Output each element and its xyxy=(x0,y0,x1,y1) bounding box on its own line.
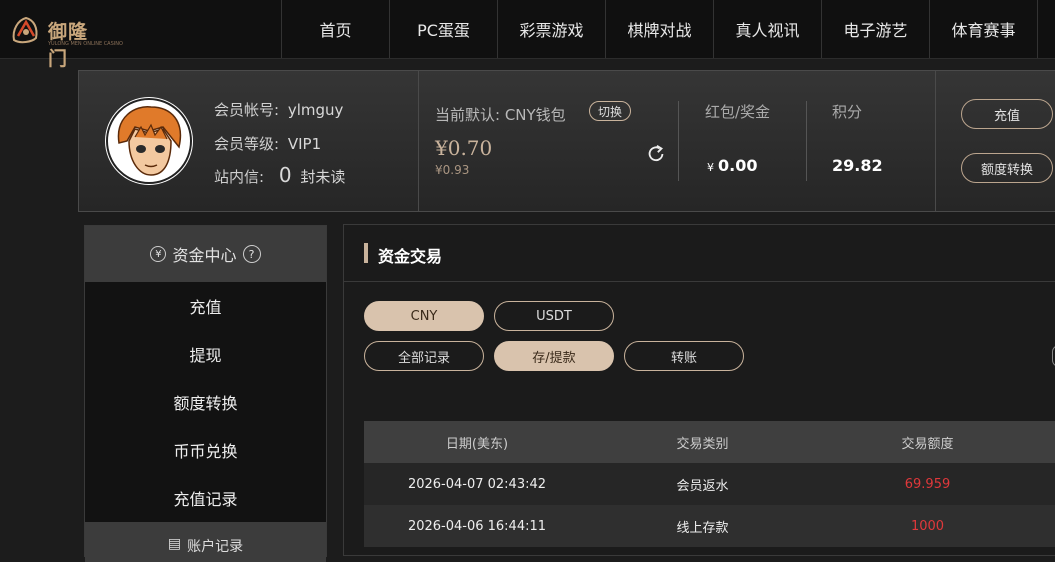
level-label: 会员等级: xyxy=(214,135,280,153)
row-amount: 69.959 xyxy=(904,476,951,492)
sidebar-item-transfer[interactable]: 额度转换 xyxy=(85,378,326,426)
bonus-amount: 0.00 xyxy=(718,156,758,175)
messages-row[interactable]: 站内信: 0 封未读 xyxy=(214,163,345,187)
dragon-logo-icon xyxy=(12,16,38,44)
level-value: VIP1 xyxy=(287,135,322,153)
points-value: 29.82 xyxy=(832,156,883,175)
row-type: 线上存款 xyxy=(676,520,729,536)
nav-lottery[interactable]: 彩票游戏 xyxy=(497,0,605,58)
funds-transaction-panel: 资金交易 CNY USDT 全部记录 存/提款 转账 日期(美东) 交易类别 交… xyxy=(343,224,1055,556)
sidebar-header: ¥ 资金中心 ? xyxy=(85,226,326,282)
nav-pc-dandan[interactable]: PC蛋蛋 xyxy=(389,0,497,58)
nav-chess-cards[interactable]: 棋牌对战 xyxy=(605,0,713,58)
table-row: 2026-04-06 16:44:11 线上存款 1000 xyxy=(364,505,1055,547)
switch-wallet-button[interactable]: 切换 xyxy=(589,101,631,121)
row-date: 2026-04-07 02:43:42 xyxy=(407,476,547,492)
site-logo[interactable]: 御隆门 YULONG MEN ONLINE CASINO xyxy=(6,8,123,70)
filter-all-records[interactable]: 全部记录 xyxy=(364,341,484,371)
nav-sports[interactable]: 体育赛事 xyxy=(929,0,1038,58)
sidebar-item-coin-exchange[interactable]: 币币兑换 xyxy=(85,426,326,474)
filter-transfer[interactable]: 转账 xyxy=(624,341,744,371)
tab-cny[interactable]: CNY xyxy=(364,301,484,331)
col-type: 交易类别 xyxy=(676,436,729,452)
bonus-currency: ¥ xyxy=(707,161,714,174)
logo-tagline: YULONG MEN ONLINE CASINO xyxy=(48,41,123,47)
row-amount: 1000 xyxy=(910,518,945,534)
divider xyxy=(418,71,419,211)
sidebar-section-account-records[interactable]: ▤ 账户记录 xyxy=(85,522,326,562)
divider xyxy=(935,71,936,211)
col-amount: 交易额度 xyxy=(901,436,954,452)
nav-home[interactable]: 首页 xyxy=(281,0,389,58)
member-info-panel: 会员帐号: ylmguy 会员等级: VIP1 站内信: 0 封未读 当前默认:… xyxy=(78,70,1055,212)
points-label: 积分 xyxy=(832,103,863,121)
main-nav: 首页 PC蛋蛋 彩票游戏 棋牌对战 真人视讯 电子游艺 体育赛事 xyxy=(281,0,1038,58)
yen-coin-icon: ¥ xyxy=(150,246,167,262)
col-date: 日期(美东) xyxy=(445,436,509,452)
default-wallet-label: 当前默认: CNY钱包 xyxy=(435,106,566,124)
avatar xyxy=(105,97,193,185)
help-icon[interactable]: ? xyxy=(242,245,261,263)
transactions-table: 日期(美东) 交易类别 交易额度 2026-04-07 02:43:42 会员返… xyxy=(364,421,1055,547)
bonus-value: ¥0.00 xyxy=(707,156,757,175)
account-row: 会员帐号: ylmguy xyxy=(214,99,343,120)
sidebar-item-deposit-records[interactable]: 充值记录 xyxy=(85,474,326,522)
cartoon-avatar-icon xyxy=(106,98,192,184)
refresh-icon[interactable] xyxy=(645,143,667,165)
row-type: 会员返水 xyxy=(676,478,729,494)
table-header: 日期(美东) 交易类别 交易额度 xyxy=(364,421,1055,463)
table-row: 2026-04-07 02:43:42 会员返水 69.959 xyxy=(364,463,1055,505)
sidebar: ¥ 资金中心 ? 充值 提现 额度转换 币币兑换 充值记录 ▤ 账户记录 xyxy=(84,225,327,562)
account-label: 会员帐号: xyxy=(214,101,280,119)
sidebar-item-withdraw[interactable]: 提现 xyxy=(85,330,326,378)
divider xyxy=(678,101,679,181)
panel-header: 资金交易 xyxy=(344,225,1055,282)
nav-live-video[interactable]: 真人视讯 xyxy=(713,0,821,58)
messages-label: 站内信: xyxy=(214,168,265,186)
nav-slots[interactable]: 电子游艺 xyxy=(821,0,929,58)
title-accent-bar xyxy=(364,243,368,263)
divider xyxy=(806,101,807,181)
tab-usdt[interactable]: USDT xyxy=(494,301,614,331)
unread-suffix: 封未读 xyxy=(300,168,346,186)
account-value: ylmguy xyxy=(287,101,344,119)
filter-deposit-withdraw[interactable]: 存/提款 xyxy=(494,341,614,371)
row-date: 2026-04-06 16:44:11 xyxy=(407,518,547,534)
wallet-balance: ¥0.70 xyxy=(435,136,493,160)
wallet-sub-balance: ¥0.93 xyxy=(435,163,470,177)
bonus-label: 红包/奖金 xyxy=(705,103,771,121)
level-row: 会员等级: VIP1 xyxy=(214,133,321,154)
sidebar-title: 资金中心 xyxy=(172,246,237,265)
records-icon: ▤ xyxy=(167,536,182,552)
page-title: 资金交易 xyxy=(378,247,443,266)
top-navbar: 御隆门 YULONG MEN ONLINE CASINO 首页 PC蛋蛋 彩票游… xyxy=(0,0,1055,70)
sidebar-footer-label: 账户记录 xyxy=(187,539,244,555)
transfer-button[interactable]: 额度转换 xyxy=(961,153,1053,183)
unread-count: 0 xyxy=(278,163,292,187)
sidebar-item-deposit[interactable]: 充值 xyxy=(85,282,326,330)
deposit-button[interactable]: 充值 xyxy=(961,99,1053,129)
